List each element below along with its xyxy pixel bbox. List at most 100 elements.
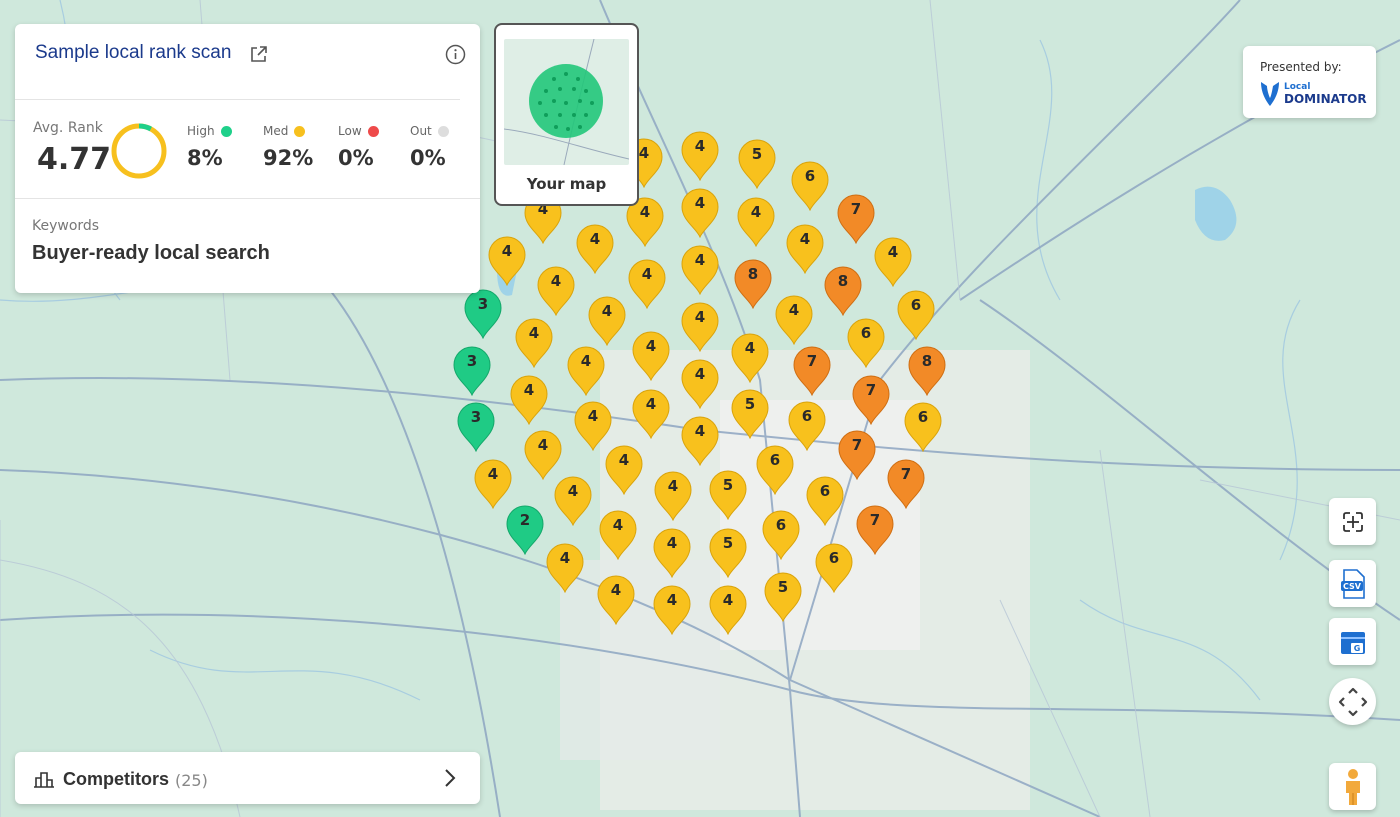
rank-pin[interactable]: 4 [588,296,626,346]
rank-pin[interactable]: 6 [756,445,794,495]
stat-high: High 8% [187,124,232,170]
divider [15,99,460,100]
street-view-pegman-icon [1345,768,1360,805]
rank-pin[interactable]: 4 [681,359,719,409]
rank-pin[interactable]: 4 [574,401,612,451]
brand-v-icon [1261,82,1279,106]
competitors-panel[interactable]: Competitors (25) [15,752,480,804]
rank-pin[interactable]: 8 [824,266,862,316]
rank-pin[interactable]: 5 [709,470,747,520]
low-dot [367,125,379,137]
street-view-button[interactable] [1329,763,1376,810]
rank-pin[interactable]: 6 [847,318,885,368]
your-map-label: Your map [526,175,607,193]
rank-pin[interactable]: 6 [904,402,942,452]
rank-pin[interactable]: 4 [775,295,813,345]
rank-pin[interactable]: 5 [738,139,776,189]
svg-text:CSV: CSV [1343,582,1362,591]
presented-by-card: Presented by: Local DOMINATOR [1243,46,1376,118]
svg-text:G: G [1353,644,1360,653]
rank-pin[interactable]: 4 [731,333,769,383]
rank-pin[interactable]: 7 [837,194,875,244]
rank-pin[interactable]: 4 [605,445,643,495]
rank-pin[interactable]: 8 [734,259,772,309]
external-link-icon[interactable] [249,44,269,64]
keywords-label: Keywords [32,218,100,234]
rank-pin[interactable]: 6 [897,290,935,340]
rank-pin[interactable]: 4 [599,510,637,560]
rank-pin[interactable]: 4 [654,471,692,521]
rank-pin[interactable]: 4 [510,375,548,425]
chevron-right-icon [445,769,456,787]
rank-pin[interactable]: 4 [737,197,775,247]
brand-name-small: Local [1284,82,1311,92]
stat-out: Out 0% [410,124,449,170]
rank-pin[interactable]: 4 [597,575,635,625]
rank-pin[interactable]: 4 [653,528,691,578]
rank-pin[interactable]: 4 [628,259,666,309]
rank-pin[interactable]: 4 [681,131,719,181]
rank-pin[interactable]: 7 [887,459,925,509]
rank-pin[interactable]: 4 [632,389,670,439]
rank-pin[interactable]: 4 [576,224,614,274]
rank-pin[interactable]: 4 [653,585,691,635]
rank-pin[interactable]: 4 [681,245,719,295]
rank-pin[interactable]: 4 [554,476,592,526]
rank-pin[interactable]: 3 [453,346,491,396]
rank-pin[interactable]: 4 [786,224,824,274]
rank-pin[interactable]: 2 [506,505,544,555]
fullscreen-button[interactable] [1329,498,1376,545]
presented-by-label: Presented by: [1260,60,1342,74]
rank-pin[interactable]: 4 [474,459,512,509]
keyword-value: Buyer-ready local search [32,242,270,264]
brand-name-large: DOMINATOR [1284,92,1367,106]
google-business-button[interactable]: G [1329,618,1376,665]
scan-title[interactable]: Sample local rank scan [35,42,231,64]
rank-pin[interactable]: 6 [791,161,829,211]
scan-summary-card: Sample local rank scan Avg. Rank 4.77 Hi… [15,24,480,293]
rank-pin[interactable]: 4 [567,346,605,396]
rank-pin[interactable]: 3 [464,289,502,339]
rank-pin[interactable]: 7 [838,430,876,480]
mini-map-image [504,39,629,165]
info-icon[interactable] [445,44,466,65]
rank-pin[interactable]: 4 [681,302,719,352]
csv-export-button[interactable]: CSV [1329,560,1376,607]
rank-pin[interactable]: 4 [546,543,584,593]
rank-pin[interactable]: 7 [852,375,890,425]
rank-pin[interactable]: 6 [806,476,844,526]
rank-pin[interactable]: 7 [793,346,831,396]
rank-pin[interactable]: 4 [681,416,719,466]
rank-pin[interactable]: 6 [788,401,826,451]
rank-pin[interactable]: 5 [731,389,769,439]
rank-pin[interactable]: 4 [488,236,526,286]
rank-pin[interactable]: 6 [815,543,853,593]
rank-pin[interactable]: 4 [632,331,670,381]
competitors-count: (25) [175,771,208,790]
stat-med-label: Med [263,124,289,138]
rank-pin[interactable]: 7 [856,505,894,555]
out-dot [437,125,449,137]
stat-high-label: High [187,124,215,138]
rank-pin[interactable]: 4 [681,188,719,238]
fullscreen-icon [1342,511,1363,532]
your-map-thumbnail[interactable]: Your map [494,23,639,206]
rank-pin[interactable]: 4 [874,237,912,287]
pan-control-button[interactable] [1329,678,1376,725]
stat-high-value: 8% [187,146,223,170]
rank-pin[interactable]: 4 [709,585,747,635]
stat-med: Med 92% [263,124,313,170]
rank-pin[interactable]: 4 [515,318,553,368]
high-dot [220,125,232,137]
rank-pin[interactable]: 5 [709,528,747,578]
rank-pin[interactable]: 4 [537,266,575,316]
rank-pin[interactable]: 5 [764,572,802,622]
google-business-icon: G [1340,631,1365,654]
rank-pin[interactable]: 6 [762,510,800,560]
stat-low-label: Low [338,124,362,138]
rank-pin[interactable]: 3 [457,402,495,452]
brand-logo: Local DOMINATOR [1259,80,1369,110]
rank-pin[interactable]: 4 [524,430,562,480]
rank-pin[interactable]: 8 [908,346,946,396]
building-chart-icon [34,772,54,788]
